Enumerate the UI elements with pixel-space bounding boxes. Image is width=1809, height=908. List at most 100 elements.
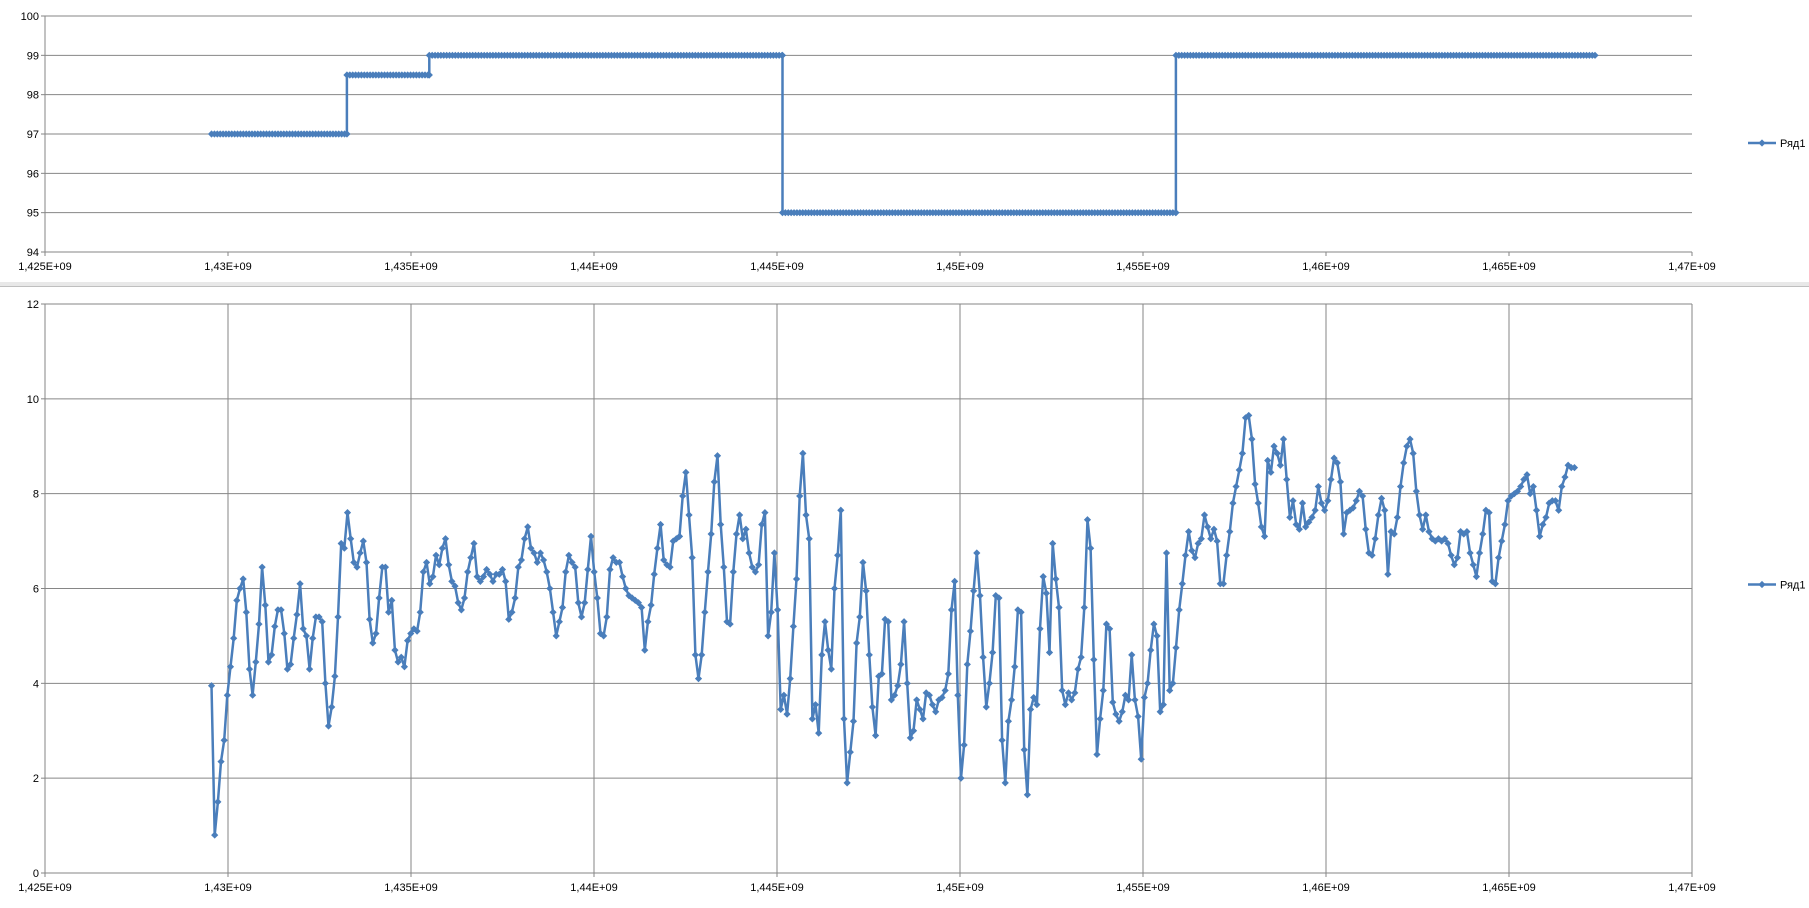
data-point [1539,520,1547,529]
data-point [897,660,905,668]
data-point [438,544,446,552]
data-point [562,568,570,576]
data-point [903,679,911,687]
data-point [1327,475,1335,484]
data-point [947,606,956,614]
data-point [1178,580,1186,588]
data-point [543,568,551,576]
data-point [264,658,273,666]
data-point [859,558,867,567]
data-point [1134,712,1142,721]
data-point [1112,710,1120,718]
data-point [1238,449,1247,457]
data-point [1188,546,1196,555]
x-tick-label: 1,445E+09 [750,261,804,273]
data-point [1004,717,1013,725]
data-point [558,603,567,612]
data-point [258,563,266,571]
data-point [403,637,412,645]
data-point [511,594,519,602]
data-point [331,672,339,680]
data-point [1058,686,1066,695]
data-point [1042,589,1050,597]
data-point [536,549,545,557]
x-tick-label: 1,45E+09 [936,882,983,894]
data-point [641,646,649,654]
data-point [1083,516,1092,524]
data-point [691,651,699,659]
data-point [830,584,839,593]
data-point [328,703,336,711]
data-point [1090,656,1098,664]
data-point [239,575,247,583]
data-point [249,691,257,699]
data-point [913,696,921,704]
data-point [1406,435,1414,443]
data-point [261,601,269,609]
data-point [688,554,696,562]
data-point [932,708,940,716]
data-point [1011,663,1019,671]
data-point [701,608,709,616]
data-point [1052,575,1060,583]
data-point [1415,511,1424,519]
data-point [761,509,769,517]
y-tick-label: 99 [27,50,39,62]
data-point [290,634,298,642]
data-point [426,580,434,588]
data-point [581,599,589,607]
data-point [549,608,557,616]
data-point [799,449,807,457]
data-point [1422,511,1430,519]
data-point [951,577,959,585]
y-tick-label: 94 [27,247,39,259]
data-point [1472,573,1481,581]
data-point [1260,532,1269,540]
data-point [464,568,472,576]
data-point [1251,480,1259,488]
data-point [1479,530,1487,538]
data-point [644,618,652,626]
data-point [302,632,310,640]
chart-panel-top: 94 95 96 97 98 99 100 1,425E+09 1,43E+09 1,435E+0… [0,0,1809,283]
data-point [1226,528,1234,536]
data-point [422,558,431,567]
data-point [425,71,433,79]
data-point [1118,708,1126,716]
data-point [1087,544,1095,552]
data-point [514,563,522,571]
data-point [856,613,864,621]
data-point [853,639,861,647]
data-point [1229,499,1237,507]
x-tick-label: 1,425E+09 [18,882,72,894]
data-point [1143,679,1152,687]
data-point [1099,686,1107,695]
data-point [603,613,611,621]
data-point [802,511,810,519]
data-point [1419,525,1427,533]
data-point [517,556,526,564]
data-point [957,774,965,782]
data-point [1200,511,1209,519]
data-point [299,625,307,633]
data-point [1093,750,1101,759]
data-point [1153,632,1161,640]
data-point [1393,513,1401,521]
data-point [998,736,1006,744]
x-tick-label: 1,44E+09 [570,882,617,894]
data-point [305,665,314,673]
data-point [973,549,981,557]
y-tick-label: 100 [21,11,39,23]
data-point [1140,693,1148,702]
data-point [821,618,829,626]
data-point [653,544,662,552]
data-point [1020,746,1028,754]
data-point [1447,551,1455,559]
data-point [1536,532,1544,540]
data-point [1384,570,1392,578]
data-point [1279,435,1288,443]
data-point [369,639,377,647]
data-point [606,565,614,574]
data-point [1321,506,1329,514]
x-tick-label: 1,46E+09 [1302,882,1349,894]
